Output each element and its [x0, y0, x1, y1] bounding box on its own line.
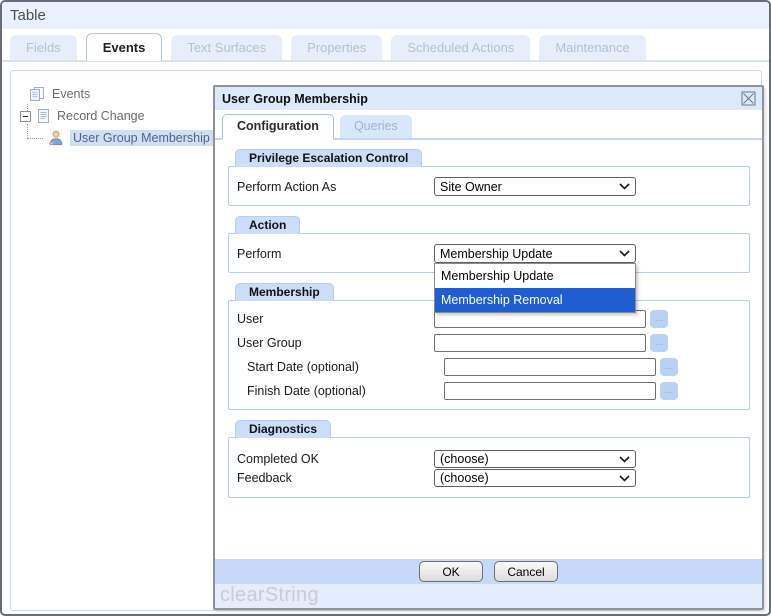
finish-date-label: Finish Date (optional): [237, 384, 444, 398]
section-box-diagnostics: Completed OK (choose) Feedback (choose): [228, 437, 750, 498]
section-box-membership: User ... User Group ... Start Date (opti…: [228, 300, 750, 410]
dialog-tabstrip: Configuration Queries: [215, 110, 762, 140]
perform-value: Membership Update: [440, 247, 553, 261]
tree-label-events: Events: [52, 87, 90, 101]
section-box-privilege: Perform Action As Site Owner: [228, 166, 750, 206]
user-group-browse-button[interactable]: ...: [650, 334, 668, 352]
tree-label-user-group-membership: User Group Membership: [70, 130, 213, 146]
perform-action-as-label: Perform Action As: [237, 180, 434, 194]
table-window: Table Fields Events Text Surfaces Proper…: [0, 0, 771, 616]
main-tabstrip: Fields Events Text Surfaces Properties S…: [10, 34, 769, 61]
feedback-row: Feedback (choose): [237, 469, 743, 487]
section-action: Action Perform Membership Update: [228, 215, 750, 273]
dialog-tab-configuration[interactable]: Configuration: [222, 114, 334, 140]
pages-icon: [29, 86, 46, 102]
perform-dropdown-list: Membership Update Membership Removal: [434, 263, 636, 313]
section-box-action: Perform Membership Update Membership Upd…: [228, 233, 750, 273]
chevron-down-icon: [619, 250, 630, 257]
dialog-footer: OK Cancel: [215, 559, 762, 584]
window-titlebar: Table: [2, 2, 769, 29]
tab-scheduled-actions[interactable]: Scheduled Actions: [391, 35, 530, 61]
start-date-browse-button[interactable]: ...: [660, 358, 678, 376]
completed-ok-select[interactable]: (choose): [434, 450, 636, 468]
section-title-action: Action: [235, 216, 300, 234]
completed-ok-value: (choose): [440, 452, 489, 466]
tab-properties[interactable]: Properties: [291, 35, 382, 61]
feedback-select[interactable]: (choose): [434, 469, 636, 487]
dialog-tab-queries[interactable]: Queries: [340, 115, 412, 138]
person-icon: [47, 130, 64, 146]
dialog-body: Privilege Escalation Control Perform Act…: [215, 140, 762, 559]
section-title-diagnostics: Diagnostics: [235, 420, 331, 438]
feedback-label: Feedback: [237, 471, 434, 485]
document-icon: [35, 108, 51, 124]
chevron-down-icon: [619, 183, 630, 190]
feedback-value: (choose): [440, 471, 489, 485]
start-date-row: Start Date (optional) ...: [237, 357, 743, 376]
chevron-down-icon: [619, 475, 630, 482]
perform-action-as-value: Site Owner: [440, 180, 502, 194]
ok-button[interactable]: OK: [419, 561, 483, 582]
completed-ok-label: Completed OK: [237, 452, 434, 466]
perform-action-as-select[interactable]: Site Owner: [434, 177, 636, 196]
clearstring-watermark: clearString: [215, 584, 762, 608]
finish-date-row: Finish Date (optional) ...: [237, 381, 743, 400]
section-diagnostics: Diagnostics Completed OK (choose) Feedba…: [228, 419, 750, 498]
completed-ok-row: Completed OK (choose): [237, 450, 743, 468]
perform-row: Perform Membership Update Membership Upd…: [237, 244, 743, 263]
window-title: Table: [10, 7, 46, 24]
perform-select-wrap: Membership Update Membership Update Memb…: [434, 244, 636, 263]
dialog-header: User Group Membership: [215, 87, 762, 110]
dropdown-option-membership-removal[interactable]: Membership Removal: [435, 288, 635, 312]
tab-text-surfaces[interactable]: Text Surfaces: [171, 35, 282, 61]
tab-maintenance[interactable]: Maintenance: [539, 35, 645, 61]
close-icon[interactable]: [741, 91, 756, 106]
finish-date-browse-button[interactable]: ...: [660, 382, 678, 400]
perform-select[interactable]: Membership Update: [434, 244, 636, 263]
tab-events[interactable]: Events: [86, 33, 163, 61]
user-group-row: User Group ...: [237, 333, 743, 352]
user-group-input[interactable]: [434, 334, 646, 352]
start-date-input[interactable]: [444, 358, 656, 376]
section-title-membership: Membership: [235, 283, 334, 301]
user-group-membership-dialog: User Group Membership Configuration Quer…: [213, 85, 764, 610]
dialog-title: User Group Membership: [222, 92, 741, 106]
cancel-button[interactable]: Cancel: [494, 561, 558, 582]
user-group-label: User Group: [237, 336, 434, 350]
chevron-down-icon: [619, 456, 630, 463]
finish-date-input[interactable]: [444, 382, 656, 400]
user-label: User: [237, 312, 434, 326]
section-privilege-escalation: Privilege Escalation Control Perform Act…: [228, 148, 750, 206]
user-browse-button[interactable]: ...: [650, 310, 668, 328]
section-title-privilege: Privilege Escalation Control: [235, 149, 422, 167]
start-date-label: Start Date (optional): [237, 360, 444, 374]
tree-label-record-change: Record Change: [57, 109, 145, 123]
perform-action-as-row: Perform Action As Site Owner: [237, 177, 743, 196]
tab-fields[interactable]: Fields: [10, 35, 77, 61]
perform-label: Perform: [237, 247, 434, 261]
dropdown-option-membership-update[interactable]: Membership Update: [435, 264, 635, 288]
collapse-expander-icon[interactable]: [20, 111, 31, 122]
